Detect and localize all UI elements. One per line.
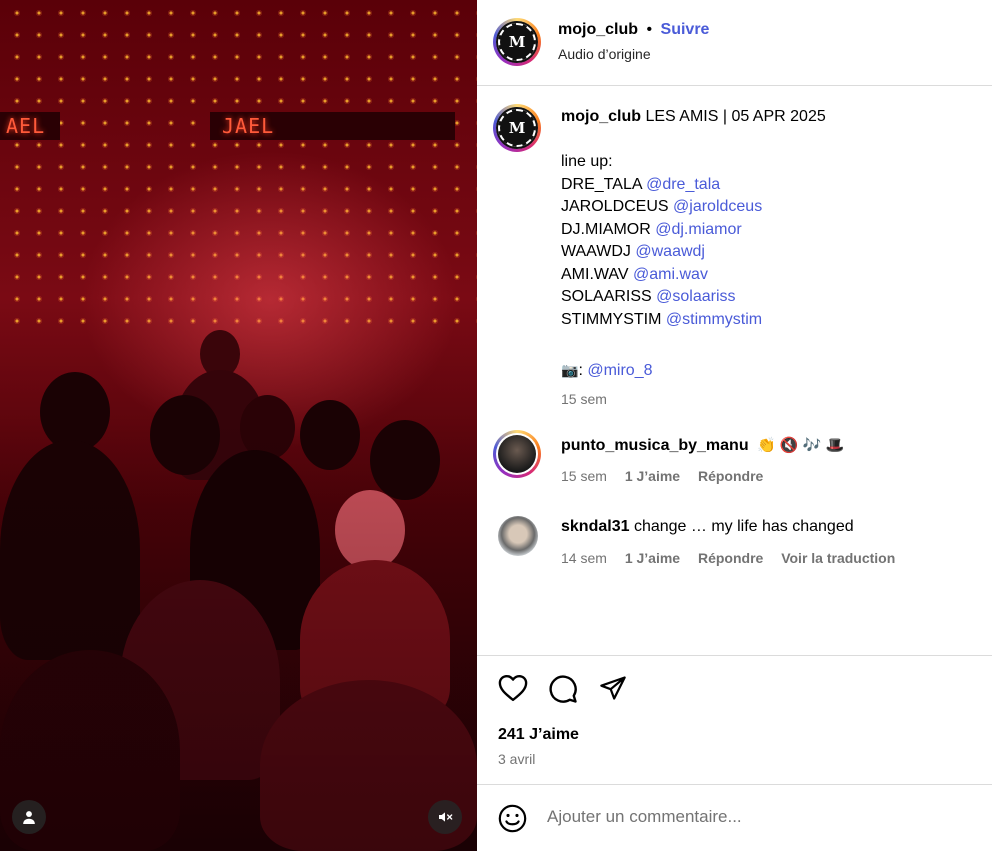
author-avatar[interactable]: M — [493, 18, 541, 66]
heart-icon[interactable] — [498, 674, 528, 702]
tagged-users-button[interactable] — [12, 800, 46, 834]
reply-button[interactable]: Répondre — [698, 550, 763, 566]
see-translation-button[interactable]: Voir la traduction — [781, 550, 895, 566]
artist-handle[interactable]: @ami.wav — [633, 266, 708, 283]
artist-line: SOLAARISS @solaariss — [561, 286, 961, 309]
led-sign-left-text: AEL — [6, 114, 46, 138]
reply-button[interactable]: Répondre — [698, 468, 763, 484]
comment-bubble-icon[interactable] — [548, 674, 578, 704]
mute-button[interactable] — [428, 800, 462, 834]
artist-line: DRE_TALA @dre_tala — [561, 174, 961, 197]
comment-text: 👏 🔇 🎶 🎩 — [757, 437, 845, 454]
artist-handle[interactable]: @solaariss — [656, 288, 735, 305]
post-header: M mojo_club • Suivre Audio d’origine — [477, 0, 992, 86]
artist-name: AMI.WAV — [561, 265, 629, 283]
artist-list: DRE_TALA @dre_tala JAROLDCEUS @jaroldceus… — [561, 174, 961, 332]
post-caption: mojo_club LES AMIS | 05 APR 2025 line up… — [561, 106, 961, 411]
artist-name: DRE_TALA — [561, 175, 642, 193]
likes-count[interactable]: 241 J’aime — [498, 726, 579, 744]
separator-dot: • — [646, 21, 653, 38]
comment-likes[interactable]: 1 J’aime — [625, 468, 680, 484]
artist-line: WAAWDJ @waawdj — [561, 241, 961, 264]
audio-link[interactable]: Audio d’origine — [558, 46, 651, 62]
post-date: 3 avril — [498, 751, 536, 767]
comment-text: change … my life has changed — [633, 518, 854, 535]
commenter-avatar[interactable] — [498, 516, 538, 556]
media-shade — [0, 420, 477, 851]
comment-author[interactable]: skndal31 — [561, 518, 629, 535]
mojo-logo: M — [496, 21, 538, 63]
post-panel: M mojo_club • Suivre Audio d’origine M m… — [477, 0, 992, 851]
artist-line: DJ.MIAMOR @dj.miamor — [561, 219, 961, 242]
photo-credit: 📷: @miro_8 — [561, 361, 653, 379]
comment-composer — [477, 784, 992, 851]
user-icon — [23, 811, 35, 824]
caption-author-avatar[interactable]: M — [493, 104, 541, 152]
commenter-photo — [498, 435, 536, 473]
lineup-label: line up: — [561, 153, 613, 170]
artist-name: SOLAARISS — [561, 288, 652, 305]
follow-button[interactable]: Suivre — [661, 21, 710, 38]
artist-name: JAROLDCEUS — [561, 198, 669, 215]
artist-handle[interactable]: @stimmystim — [666, 311, 762, 328]
author-username[interactable]: mojo_club — [558, 21, 638, 38]
artist-name: STIMMYSTIM — [561, 310, 662, 328]
artist-handle[interactable]: @jaroldceus — [673, 198, 762, 215]
action-bar: 241 J’aime 3 avril — [477, 655, 992, 785]
paper-plane-icon[interactable] — [598, 674, 628, 702]
photo-credit-mention[interactable]: @miro_8 — [587, 362, 652, 379]
artist-line: AMI.WAV @ami.wav — [561, 264, 961, 287]
speaker-muted-icon — [439, 812, 453, 822]
caption-author[interactable]: mojo_club — [561, 108, 641, 125]
comment-time: 15 sem — [561, 468, 607, 484]
artist-handle[interactable]: @waawdj — [635, 243, 705, 260]
artist-name: DJ.MIAMOR — [561, 220, 651, 238]
artist-handle[interactable]: @dre_tala — [646, 176, 720, 193]
led-sign-text: JAEL — [222, 114, 275, 138]
caption-time: 15 sem — [561, 391, 607, 407]
artist-line: JAROLDCEUS @jaroldceus — [561, 196, 961, 219]
commenter-avatar[interactable] — [493, 430, 541, 478]
caption-title: LES AMIS | 05 APR 2025 — [645, 108, 826, 125]
mojo-logo: M — [496, 107, 538, 149]
camera-icon: 📷 — [561, 361, 579, 378]
comment-likes[interactable]: 1 J’aime — [625, 550, 680, 566]
comment-author[interactable]: punto_musica_by_manu — [561, 437, 749, 454]
post-media[interactable]: AEL JAEL — [0, 0, 477, 851]
artist-handle[interactable]: @dj.miamor — [655, 221, 741, 238]
comment-time: 14 sem — [561, 550, 607, 566]
comment-input[interactable] — [547, 807, 967, 827]
artist-line: STIMMYSTIM @stimmystim — [561, 309, 961, 332]
artist-name: WAAWDJ — [561, 243, 631, 260]
emoji-icon[interactable] — [498, 804, 527, 833]
